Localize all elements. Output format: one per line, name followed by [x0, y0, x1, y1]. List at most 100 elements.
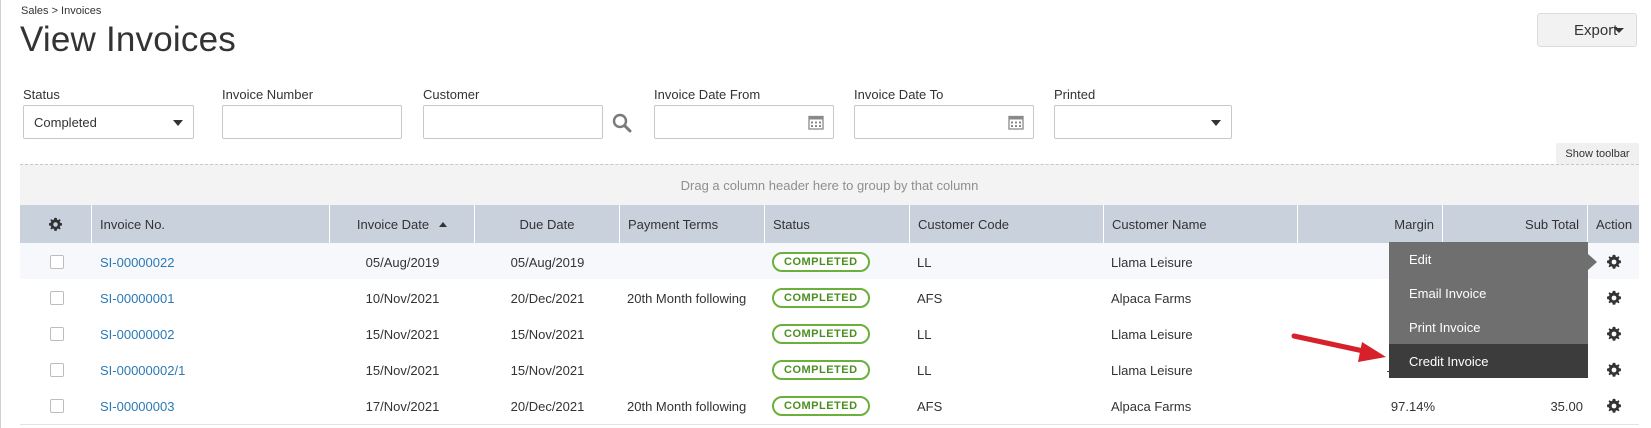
- date-from-filter: Invoice Date From: [654, 87, 834, 139]
- menu-item-email-invoice[interactable]: Email Invoice: [1389, 276, 1588, 310]
- header-invoice-date[interactable]: Invoice Date: [330, 205, 475, 243]
- row-checkbox[interactable]: [50, 255, 64, 269]
- customer-name-cell: Alpaca Farms: [1111, 398, 1192, 414]
- printed-label: Printed: [1054, 87, 1096, 102]
- payment-terms-cell: 20th Month following: [627, 290, 747, 306]
- invoice-date-cell: 17/Nov/2021: [365, 398, 440, 414]
- due-date-cell: 05/Aug/2019: [510, 254, 585, 270]
- date-to-input[interactable]: [854, 105, 1034, 139]
- row-checkbox[interactable]: [50, 327, 64, 341]
- header-action: Action: [1596, 216, 1633, 232]
- breadcrumb: Sales > Invoices: [21, 5, 102, 17]
- status-badge: COMPLETED: [772, 360, 870, 380]
- status-select[interactable]: Completed: [23, 105, 194, 139]
- customer-code-cell: LL: [917, 362, 932, 378]
- printed-select[interactable]: [1054, 105, 1232, 139]
- status-cell: COMPLETED: [772, 351, 870, 389]
- gear-icon[interactable]: [1606, 362, 1622, 378]
- date-to-label: Invoice Date To: [854, 87, 944, 102]
- menu-item-print-invoice[interactable]: Print Invoice: [1389, 310, 1588, 344]
- invoice-number-link[interactable]: SI-00000002/1: [100, 351, 185, 389]
- menu-item-edit[interactable]: Edit: [1389, 242, 1588, 276]
- header-payment-terms[interactable]: Payment Terms: [620, 205, 765, 243]
- header-status[interactable]: Status: [765, 205, 910, 243]
- header-customer-code[interactable]: Customer Code: [910, 205, 1104, 243]
- customer-name-cell: Alpaca Farms: [1111, 290, 1192, 306]
- customer-code-cell: LL: [917, 326, 932, 342]
- customer-code-cell: LL: [917, 254, 932, 270]
- window-edge: [0, 0, 1, 428]
- column-settings[interactable]: [20, 205, 92, 243]
- gear-icon[interactable]: [1606, 398, 1622, 414]
- invoice-date-cell: 15/Nov/2021: [365, 362, 440, 378]
- status-cell: COMPLETED: [772, 315, 870, 353]
- date-to-filter: Invoice Date To: [854, 87, 1034, 139]
- row-checkbox[interactable]: [50, 291, 64, 305]
- status-badge: COMPLETED: [772, 396, 870, 416]
- menu-pointer: [1588, 254, 1597, 270]
- invoice-number-link[interactable]: SI-00000003: [100, 387, 174, 425]
- printed-filter: Printed: [1054, 87, 1232, 139]
- header-sub-total[interactable]: Sub Total: [1443, 205, 1588, 243]
- customer-name-cell: Llama Leisure: [1111, 362, 1193, 378]
- date-from-input[interactable]: [654, 105, 834, 139]
- invoice-date-cell: 15/Nov/2021: [365, 326, 440, 342]
- gear-icon[interactable]: [1606, 290, 1622, 306]
- gear-icon[interactable]: [1606, 254, 1622, 270]
- customer-code-cell: AFS: [917, 398, 943, 414]
- header-margin[interactable]: Margin: [1298, 205, 1443, 243]
- invoice-number-label: Invoice Number: [222, 87, 314, 102]
- gear-icon[interactable]: [48, 217, 63, 232]
- calendar-icon[interactable]: [1008, 114, 1024, 130]
- margin-cell: 97.14%: [1390, 398, 1435, 414]
- status-cell: COMPLETED: [772, 387, 870, 425]
- invoice-number-link[interactable]: SI-00000022: [100, 243, 174, 281]
- table-row: SI-00000003 17/Nov/2021 20/Dec/2021 20th…: [20, 387, 1639, 425]
- status-badge: COMPLETED: [772, 288, 870, 308]
- grid-header: Invoice No. Invoice Date Due Date Paymen…: [20, 205, 1639, 243]
- customer-code-cell: AFS: [917, 290, 943, 306]
- invoice-number-input[interactable]: [222, 105, 402, 139]
- invoice-number-link[interactable]: SI-00000002: [100, 315, 174, 353]
- calendar-icon[interactable]: [808, 114, 824, 130]
- export-button[interactable]: Export: [1537, 13, 1637, 47]
- customer-label: Customer: [423, 87, 480, 102]
- status-badge: COMPLETED: [772, 252, 870, 272]
- gear-icon[interactable]: [1606, 326, 1622, 342]
- row-checkbox[interactable]: [50, 363, 64, 377]
- row-checkbox[interactable]: [50, 399, 64, 413]
- invoice-number-filter: Invoice Number: [222, 87, 402, 139]
- menu-item-credit-invoice[interactable]: Credit Invoice: [1389, 344, 1588, 378]
- due-date-cell: 15/Nov/2021: [510, 362, 585, 378]
- due-date-cell: 20/Dec/2021: [510, 398, 585, 414]
- status-cell: COMPLETED: [772, 279, 870, 317]
- header-invoice-no[interactable]: Invoice No.: [92, 205, 330, 243]
- customer-filter: Customer: [423, 87, 603, 139]
- sub-total-cell: 35.00: [1550, 398, 1583, 414]
- due-date-cell: 15/Nov/2021: [510, 326, 585, 342]
- action-menu: Edit Email Invoice Print Invoice Credit …: [1389, 242, 1588, 378]
- status-filter-label: Status: [23, 87, 60, 102]
- export-label: Export: [1574, 21, 1618, 39]
- header-customer-name[interactable]: Customer Name: [1104, 205, 1298, 243]
- red-arrow-annotation: [1291, 333, 1386, 362]
- customer-name-cell: Llama Leisure: [1111, 254, 1193, 270]
- customer-input[interactable]: [423, 105, 603, 139]
- search-icon[interactable]: [612, 113, 632, 133]
- show-toolbar-button[interactable]: Show toolbar: [1556, 143, 1639, 164]
- invoice-number-link[interactable]: SI-00000001: [100, 279, 174, 317]
- status-select-value: Completed: [34, 114, 97, 130]
- chevron-down-icon: [173, 120, 183, 126]
- status-filter: Status Completed: [23, 87, 194, 139]
- customer-name-cell: Llama Leisure: [1111, 326, 1193, 342]
- page-title: View Invoices: [20, 20, 236, 59]
- chevron-down-icon: [1614, 28, 1624, 33]
- group-by-drop-zone[interactable]: Drag a column header here to group by th…: [20, 164, 1639, 205]
- sort-ascending-icon: [439, 221, 448, 227]
- chevron-down-icon: [1211, 120, 1221, 126]
- status-badge: COMPLETED: [772, 324, 870, 344]
- due-date-cell: 20/Dec/2021: [510, 290, 585, 306]
- status-cell: COMPLETED: [772, 243, 870, 281]
- invoice-date-cell: 05/Aug/2019: [365, 254, 440, 270]
- header-due-date[interactable]: Due Date: [475, 205, 620, 243]
